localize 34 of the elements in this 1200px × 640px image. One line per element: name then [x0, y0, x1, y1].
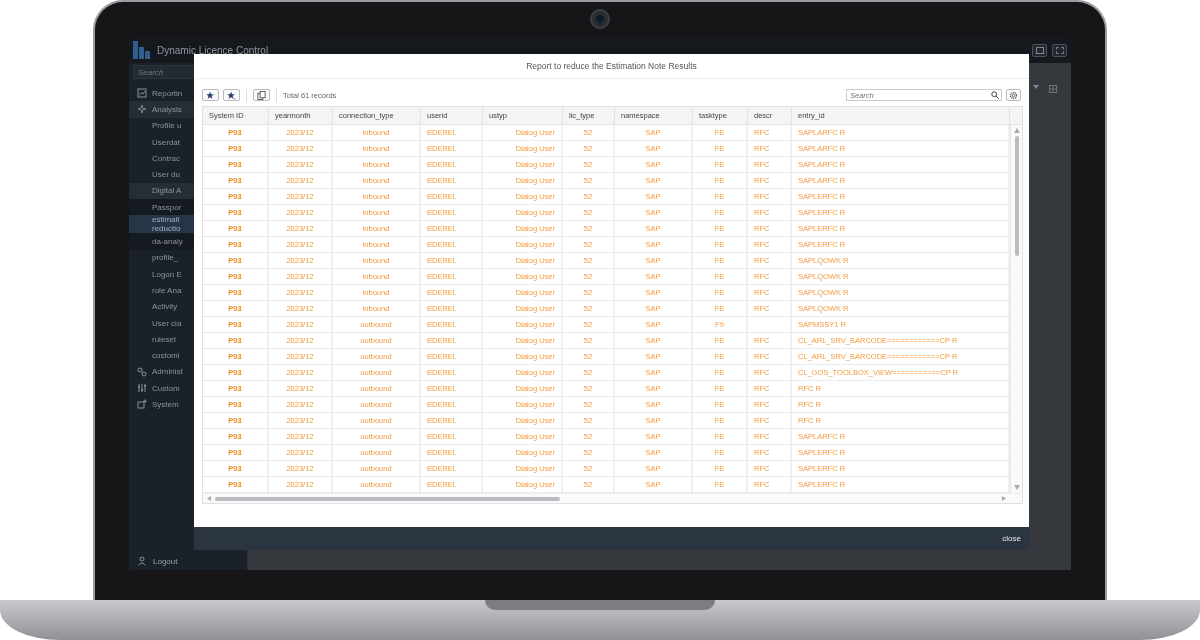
settings-button[interactable]: [1006, 89, 1021, 101]
star-icon: [227, 90, 236, 100]
logout-button[interactable]: Logout: [129, 556, 247, 570]
remove-favorite-button[interactable]: [223, 89, 240, 101]
window-icon[interactable]: [1032, 43, 1047, 57]
sparkle-icon: [137, 104, 147, 115]
dialog-title: Report to reduce the Estimation Note Results: [194, 54, 1029, 79]
caret-icon[interactable]: [1033, 85, 1039, 89]
close-button[interactable]: close: [1002, 532, 1021, 545]
copy-button[interactable]: [253, 89, 270, 101]
link-icon: [137, 366, 147, 377]
person-icon: [137, 556, 147, 566]
app-title: Dynamic Licence Control: [157, 44, 269, 56]
search-icon[interactable]: [991, 91, 999, 99]
nav-item[interactable]: Reportin: [129, 85, 247, 102]
logo-icon: [133, 41, 151, 59]
arrow-right-icon[interactable]: [1001, 496, 1007, 501]
gear-icon: [1009, 90, 1018, 100]
fullscreen-icon[interactable]: [1052, 43, 1067, 57]
star-icon: [206, 90, 215, 100]
grid-icon[interactable]: [1049, 85, 1057, 93]
arrow-down-icon[interactable]: [1013, 485, 1020, 490]
report-icon: [137, 88, 147, 99]
horizontal-scrollbar[interactable]: [203, 493, 1022, 503]
sliders-icon: [137, 383, 147, 394]
add-favorite-button[interactable]: [202, 89, 219, 101]
arrow-up-icon[interactable]: [1013, 128, 1020, 133]
copy-icon: [257, 90, 266, 100]
add-window-icon: [137, 399, 147, 410]
scrollbar-thumb[interactable]: [1014, 136, 1019, 256]
arrow-left-icon[interactable]: [206, 496, 212, 501]
webcam-drawing: [590, 9, 610, 29]
scrollbar-thumb[interactable]: [215, 496, 560, 501]
vertical-scrollbar[interactable]: [1010, 125, 1022, 493]
